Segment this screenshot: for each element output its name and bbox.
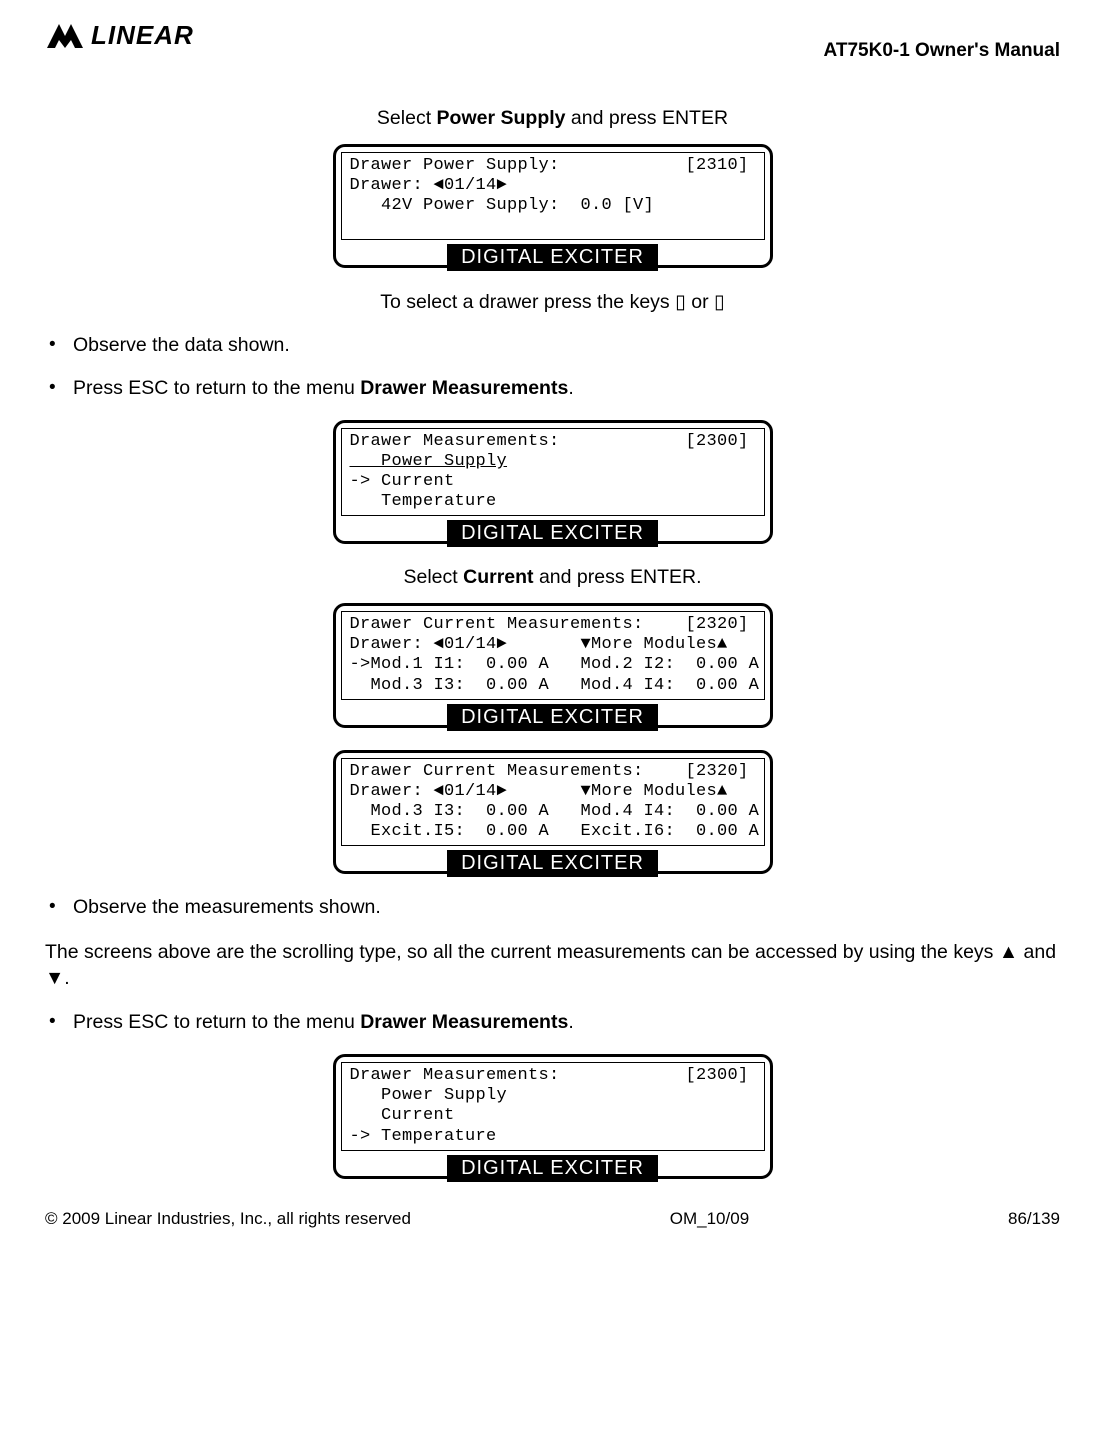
lcd-label: DIGITAL EXCITER bbox=[447, 520, 658, 547]
brand-name: LINEAR bbox=[91, 20, 194, 51]
lcd-label: DIGITAL EXCITER bbox=[447, 704, 658, 731]
bullet-observe-measurements: Observe the measurements shown. bbox=[45, 896, 1060, 919]
instruction-select-drawer: To select a drawer press the keys ▯ or ▯ bbox=[45, 290, 1060, 314]
lcd-label: DIGITAL EXCITER bbox=[447, 850, 658, 877]
bullet-observe-data: Observe the data shown. bbox=[45, 334, 1060, 357]
bullet-press-esc-2: Press ESC to return to the menu Drawer M… bbox=[45, 1011, 1060, 1034]
lcd-screen-current-2: Drawer Current Measurements: [2320] Draw… bbox=[333, 750, 773, 874]
page-header: LINEAR AT75K0-1 Owner's Manual bbox=[45, 20, 1060, 62]
lcd-screen-power-supply: Drawer Power Supply: [2310] Drawer: ◄01/… bbox=[333, 144, 773, 268]
page-footer: © 2009 Linear Industries, Inc., all righ… bbox=[45, 1209, 1060, 1229]
lcd-screen-drawer-measurements-1: Drawer Measurements: [2300] Power Supply… bbox=[333, 420, 773, 544]
doc-revision: OM_10/09 bbox=[670, 1209, 749, 1229]
document-title: AT75K0-1 Owner's Manual bbox=[824, 40, 1060, 62]
lcd-screen-drawer-measurements-2: Drawer Measurements: [2300] Power Supply… bbox=[333, 1054, 773, 1178]
lcd-content: Drawer Power Supply: [2310] Drawer: ◄01/… bbox=[341, 152, 765, 240]
lcd-content: Drawer Measurements: [2300] Power Supply… bbox=[341, 428, 765, 516]
bullet-list-1: Observe the data shown. Press ESC to ret… bbox=[45, 334, 1060, 400]
lcd-screen-current-1: Drawer Current Measurements: [2320] Draw… bbox=[333, 603, 773, 727]
lcd-content: Drawer Current Measurements: [2320] Draw… bbox=[341, 611, 765, 699]
instruction-select-current: Select Current and press ENTER. bbox=[45, 566, 1060, 589]
bullet-list-2: Observe the measurements shown. bbox=[45, 896, 1060, 919]
linear-logo-icon bbox=[45, 22, 85, 50]
page-number: 86/139 bbox=[1008, 1209, 1060, 1229]
bullet-press-esc-1: Press ESC to return to the menu Drawer M… bbox=[45, 377, 1060, 400]
lcd-label: DIGITAL EXCITER bbox=[447, 1155, 658, 1182]
lcd-label: DIGITAL EXCITER bbox=[447, 244, 658, 271]
scrolling-info-paragraph: The screens above are the scrolling type… bbox=[45, 939, 1060, 992]
lcd-content: Drawer Current Measurements: [2320] Draw… bbox=[341, 758, 765, 846]
bullet-list-3: Press ESC to return to the menu Drawer M… bbox=[45, 1011, 1060, 1034]
instruction-select-power-supply: Select Power Supply and press ENTER bbox=[45, 107, 1060, 130]
copyright: © 2009 Linear Industries, Inc., all righ… bbox=[45, 1209, 411, 1229]
brand-logo: LINEAR bbox=[45, 20, 194, 51]
lcd-content: Drawer Measurements: [2300] Power Supply… bbox=[341, 1062, 765, 1150]
